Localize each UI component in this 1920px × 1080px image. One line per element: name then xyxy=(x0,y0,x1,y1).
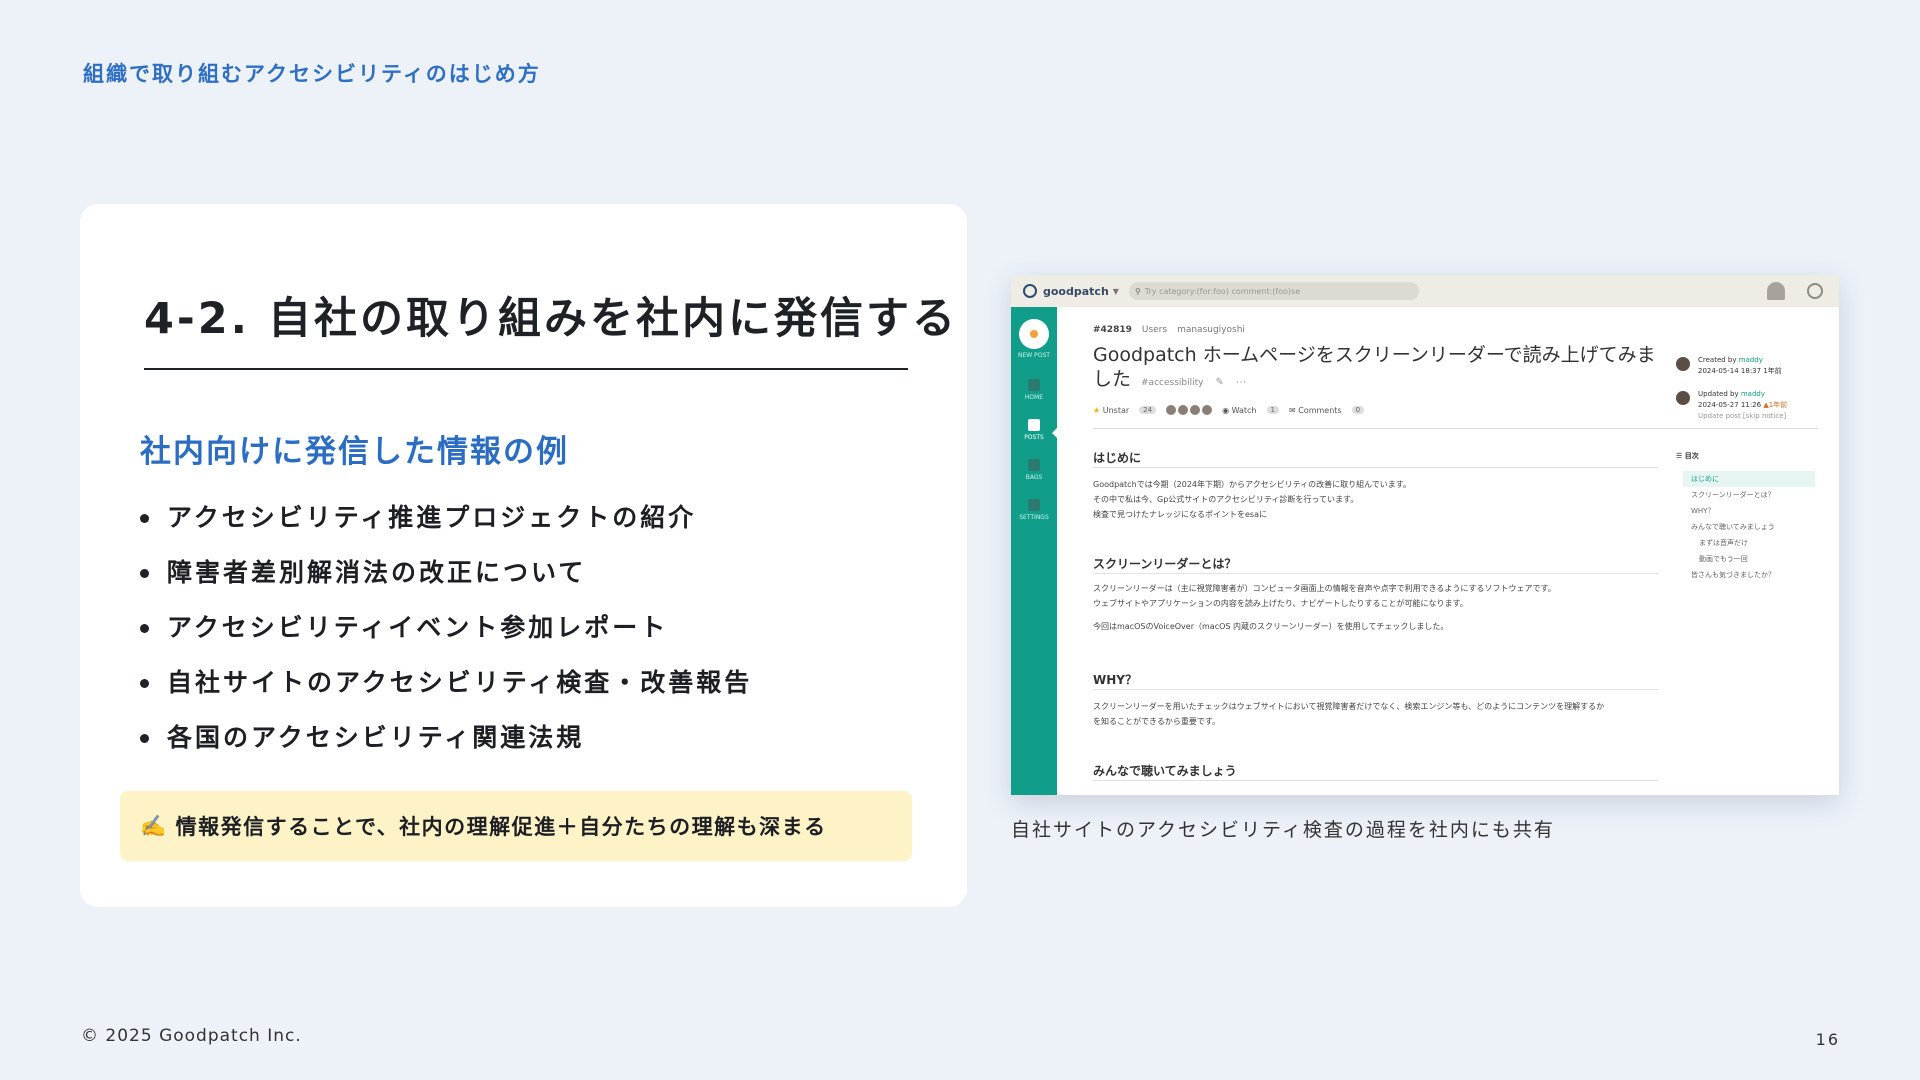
bullet-dot xyxy=(140,734,149,743)
highlight-note: ✍️ 情報発信することで、社内の理解促進＋自分たちの理解も深まる xyxy=(120,791,912,861)
app-topbar: goodpatch ▼ ⚲ Try category:(for:foo) com… xyxy=(1011,275,1839,307)
toc-item[interactable]: 皆さんも気づきましたか？ xyxy=(1683,567,1815,583)
bullet-dot xyxy=(140,679,149,688)
book-icon[interactable] xyxy=(1767,282,1785,300)
list-item: 各国のアクセシビリティ関連法規 xyxy=(140,718,752,773)
body-paragraph: Goodpatchでは今期（2024年下期）からアクセシビリティの改善に取り組ん… xyxy=(1093,480,1411,519)
table-of-contents: はじめに スクリーンリーダーとは？ WHY？ みんなで聴いてみましょう まずは音… xyxy=(1683,471,1815,583)
page-number: 16 xyxy=(1815,1030,1840,1049)
list-item: アクセシビリティ推進プロジェクトの紹介 xyxy=(140,498,752,553)
sidebar-item-settings[interactable]: SETTINGS xyxy=(1011,499,1057,521)
comment-icon: ✉ xyxy=(1288,405,1296,415)
document-icon xyxy=(1028,419,1040,431)
body-paragraph: スクリーンリーダーは（主に視覚障害者が）コンピュータ画面上の情報を音声や点字で利… xyxy=(1093,584,1556,631)
updated-info: Updated by maddy 2024-05-27 11:26 ▲1年前 U… xyxy=(1676,389,1787,422)
content-card: 4-2. 自社の取り組みを社内に発信する 社内向けに発信した情報の例 アクセシビ… xyxy=(80,204,967,907)
star-count: 24 xyxy=(1139,406,1157,414)
watch-count: 1 xyxy=(1266,406,1279,414)
search-input[interactable]: ⚲ Try category:(for:foo) comment:(foo)se xyxy=(1128,282,1419,300)
avatar xyxy=(1190,405,1201,415)
post-tag[interactable]: #accessibility xyxy=(1141,378,1203,388)
section-title: 組織で取り組むアクセシビリティのはじめ方 xyxy=(83,62,541,86)
toc-item[interactable]: WHY？ xyxy=(1683,503,1815,519)
list-item: アクセシビリティイベント参加レポート xyxy=(140,608,752,663)
toc-item[interactable]: まずは音声だけ xyxy=(1683,535,1815,551)
new-post-icon xyxy=(1019,319,1049,349)
star-icon: ★ xyxy=(1093,405,1101,415)
post-author[interactable]: manasugiyoshi xyxy=(1177,325,1245,335)
body-heading: WHY？ xyxy=(1093,673,1137,687)
divider xyxy=(1093,428,1818,429)
sidebar-item-bags[interactable]: BAGS xyxy=(1011,459,1057,481)
writing-hand-icon: ✍️ xyxy=(140,813,168,838)
edit-icon[interactable]: ✎ xyxy=(1216,377,1224,388)
toc-item[interactable]: スクリーンリーダーとは？ xyxy=(1683,487,1815,503)
post-title: Goodpatch ホームページをスクリーンリーダーで読み上げてみました #acc… xyxy=(1093,344,1656,390)
divider xyxy=(1093,780,1658,781)
esa-screenshot: goodpatch ▼ ⚲ Try category:(for:foo) com… xyxy=(1011,275,1839,795)
stargazer-avatars xyxy=(1166,405,1213,415)
toc-item[interactable]: みんなで聴いてみましょう xyxy=(1683,519,1815,535)
active-marker xyxy=(1052,427,1058,439)
divider xyxy=(1093,467,1658,468)
home-icon xyxy=(1028,379,1040,391)
toc-item[interactable]: はじめに xyxy=(1683,471,1815,487)
avatar xyxy=(1178,405,1189,415)
gear-icon xyxy=(1028,499,1040,511)
note-text: 情報発信することで、社内の理解促進＋自分たちの理解も深まる xyxy=(175,815,827,839)
created-user[interactable]: maddy xyxy=(1739,356,1763,364)
body-heading: みんなで聴いてみましょう xyxy=(1093,764,1237,778)
sidebar-item-home[interactable]: HOME xyxy=(1011,379,1057,401)
created-info: Created by maddy 2024-05-14 18:37 1年前 xyxy=(1676,355,1782,377)
bullet-dot xyxy=(140,624,149,633)
slide-title: 4-2. 自社の取り組みを社内に発信する xyxy=(144,284,955,370)
toc-title: ☰ 目次 xyxy=(1676,452,1699,460)
copyright: © 2025 Goodpatch Inc. xyxy=(81,1026,302,1046)
post-category[interactable]: Users xyxy=(1142,325,1167,335)
comments-count: 0 xyxy=(1351,406,1365,414)
updated-user[interactable]: maddy xyxy=(1741,390,1765,398)
unstar-button[interactable]: ★ Unstar xyxy=(1093,406,1129,415)
post-meta: #42819 Users manasugiyoshi xyxy=(1093,325,1245,335)
avatar xyxy=(1676,357,1690,371)
body-paragraph: スクリーンリーダーを用いたチェックはウェブサイトにおいて視覚障害者だけでなく、検… xyxy=(1093,702,1605,726)
more-icon[interactable]: ⋯ xyxy=(1236,377,1246,388)
section-heading: 社内向けに発信した情報の例 xyxy=(140,434,569,470)
eye-icon: ◉ xyxy=(1222,405,1230,415)
update-note: Update post [skip notice] xyxy=(1698,412,1787,420)
body-heading: スクリーンリーダーとは？ xyxy=(1093,557,1237,571)
divider xyxy=(1093,689,1658,690)
comments-button[interactable]: ✉ Comments xyxy=(1289,406,1342,415)
list-item: 障害者差別解消法の改正について xyxy=(140,553,752,608)
bullet-dot xyxy=(140,514,149,523)
brand-name: goodpatch xyxy=(1043,284,1109,298)
user-menu-icon[interactable] xyxy=(1807,283,1823,299)
divider xyxy=(1093,573,1658,574)
avatar xyxy=(1166,405,1177,415)
list-icon: ☰ xyxy=(1676,452,1685,460)
avatar xyxy=(1676,391,1690,405)
sidebar-item-new-post[interactable]: NEW POST xyxy=(1011,319,1057,359)
topbar-actions xyxy=(1767,282,1823,300)
toc-item[interactable]: 動画でもう一回 xyxy=(1683,551,1815,567)
app-sidebar: NEW POST HOME POSTS BAGS SETTINGS xyxy=(1011,307,1058,795)
list-item: 自社サイトのアクセシビリティ検査・改善報告 xyxy=(140,663,752,718)
goodpatch-logo-icon xyxy=(1023,284,1037,298)
sidebar-item-posts[interactable]: POSTS xyxy=(1011,419,1057,441)
chevron-down-icon: ▼ xyxy=(1112,286,1119,296)
post-actions: ★ Unstar 24 ◉ Watch 1 ✉ Comments 0 xyxy=(1093,405,1365,415)
avatar xyxy=(1202,405,1213,415)
bullet-dot xyxy=(140,569,149,578)
chat-icon xyxy=(1028,459,1040,471)
search-placeholder: Try category:(for:foo) comment:(foo)se xyxy=(1144,286,1301,296)
post-number: #42819 xyxy=(1093,325,1132,335)
screenshot-caption: 自社サイトのアクセシビリティ検査の過程を社内にも共有 xyxy=(1011,819,1555,841)
search-icon: ⚲ xyxy=(1134,286,1141,296)
bullet-list: アクセシビリティ推進プロジェクトの紹介 障害者差別解消法の改正について アクセシ… xyxy=(140,498,752,773)
body-heading: はじめに xyxy=(1093,451,1142,465)
watch-button[interactable]: ◉ Watch xyxy=(1222,406,1256,415)
